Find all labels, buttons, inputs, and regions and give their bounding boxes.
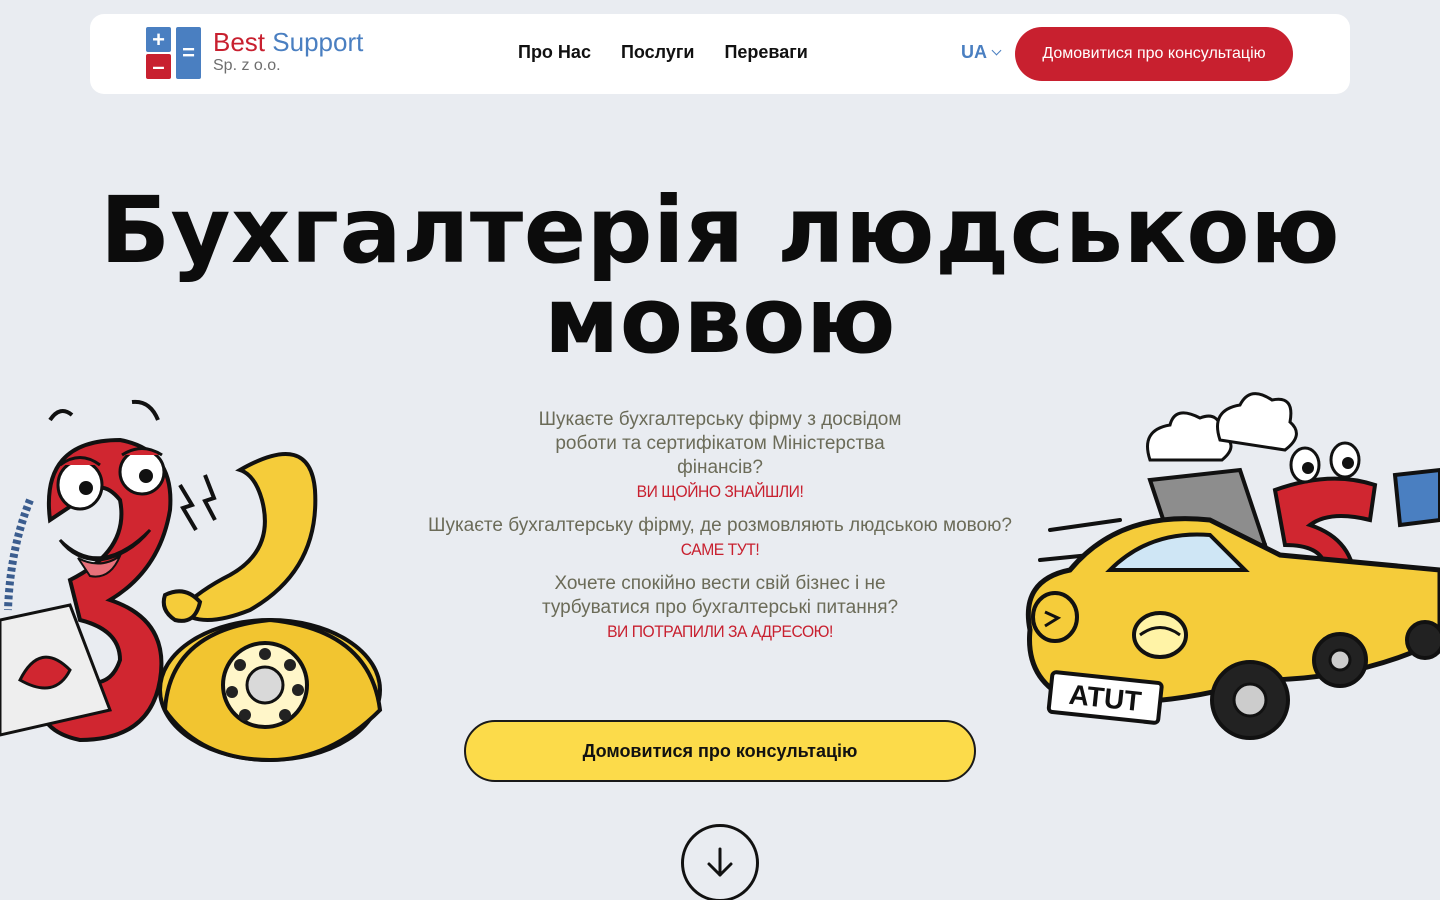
main-nav: Про Нас Послуги Переваги	[518, 42, 808, 63]
arrow-down-icon	[707, 847, 733, 877]
block-question: Хочете спокійно вести свій бізнес і не т…	[541, 573, 899, 618]
chevron-down-icon	[991, 45, 1002, 56]
scroll-down-button[interactable]	[681, 824, 759, 900]
logo[interactable]: + – = Best Support Sp. z o.o.	[146, 27, 363, 81]
consultation-button-hero[interactable]: Домовитися про консультацію	[464, 720, 976, 782]
block-answer: САМЕ ТУТ!	[680, 540, 760, 559]
block-question: Шукаєте бухгалтерську фірму з досвідом р…	[538, 409, 902, 478]
logo-brand-first: Best	[213, 27, 266, 57]
site-header: + – = Best Support Sp. z o.o. Про Нас По…	[90, 14, 1350, 94]
text-block: Хочете спокійно вести свій бізнес і не т…	[420, 572, 1020, 644]
text-block: Шукаєте бухгалтерську фірму, де розмовля…	[420, 514, 1020, 562]
language-label: UA	[961, 42, 987, 62]
hero-title-line-2: мовою	[544, 267, 896, 374]
language-selector[interactable]: UA	[961, 42, 1002, 63]
block-question: Шукаєте бухгалтерську фірму, де розмовля…	[428, 515, 1012, 536]
nav-item-about[interactable]: Про Нас	[518, 42, 591, 63]
calculator-logo-icon: + – =	[146, 27, 204, 81]
block-answer: ВИ ПОТРАПИЛИ ЗА АДРЕСОЮ!	[607, 622, 833, 641]
logo-subtitle: Sp. z o.o.	[213, 57, 281, 74]
phone-character-illustration	[0, 399, 383, 763]
hero-text-blocks: Шукаєте бухгалтерську фірму з досвідом р…	[420, 408, 1020, 654]
nav-item-advantages[interactable]: Переваги	[724, 42, 807, 63]
hero-title-line-1: Бухгалтерія людською	[99, 177, 1341, 284]
logo-text: Best Support Sp. z o.o.	[213, 27, 363, 75]
hero-title: Бухгалтерія людською мовою	[0, 177, 1440, 374]
text-block: Шукаєте бухгалтерську фірму з досвідом р…	[420, 408, 1020, 504]
logo-brand-second: Support	[272, 27, 364, 57]
block-answer: ВИ ЩОЙНО ЗНАЙШЛИ!	[636, 482, 804, 501]
nav-item-services[interactable]: Послуги	[621, 42, 694, 63]
car-illustration: ATUT	[1025, 392, 1440, 740]
consultation-button-header[interactable]: Домовитися про консультацію	[1015, 27, 1293, 81]
